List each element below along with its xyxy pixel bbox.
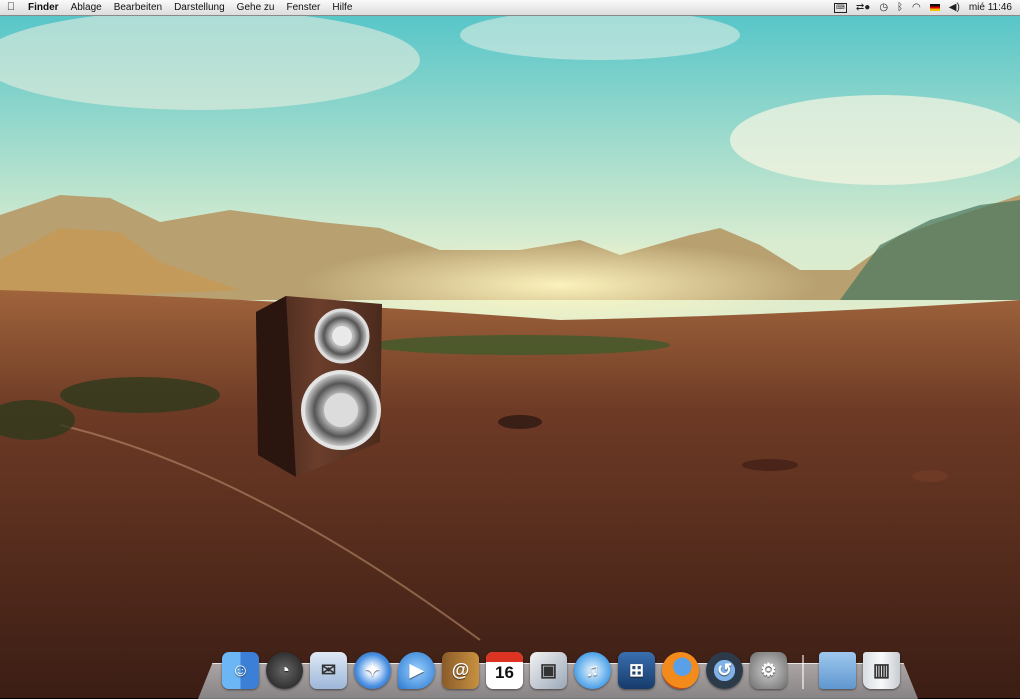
dock-separator — [802, 655, 804, 689]
dock: ☺ ◔ ✉ ✦ ▶ @ 16 ▣ ♫ ⊞ ↺ ⚙ ▥ — [222, 643, 902, 689]
dock-address-book-icon[interactable]: @ — [442, 652, 479, 689]
dock-itunes-icon[interactable]: ♫ — [574, 652, 611, 689]
dock-safari-icon[interactable]: ✦ — [354, 652, 391, 689]
wifi-icon[interactable]: ◠ — [912, 0, 921, 15]
volume-icon[interactable]: ◀) — [949, 0, 960, 15]
apple-icon[interactable]:  — [0, 0, 22, 15]
dock-iphoto-icon[interactable]: ▣ — [530, 652, 567, 689]
dock-calendar-icon[interactable]: 16 — [486, 652, 523, 689]
desktop-wallpaper — [0, 0, 1020, 698]
dock-ichat-icon[interactable]: ▶ — [398, 652, 435, 689]
sync-icon[interactable]: ⇄● — [856, 0, 870, 15]
time-machine-icon[interactable]: ◷ — [879, 0, 888, 15]
dock-trash-icon[interactable]: ▥ — [863, 652, 900, 689]
keyboard-icon[interactable]: ⌨ — [833, 2, 847, 13]
dock-spaces-icon[interactable]: ⊞ — [618, 652, 655, 689]
menu-app-finder[interactable]: Finder — [22, 0, 65, 15]
menu-gehe-zu[interactable]: Gehe zu — [231, 0, 281, 15]
dock-gear-icon[interactable]: ⚙ — [750, 652, 787, 689]
calendar-header — [486, 652, 523, 662]
calendar-day: 16 — [495, 663, 514, 682]
bluetooth-icon[interactable]: ᛒ — [897, 0, 903, 15]
dock-mail-icon[interactable]: ✉ — [310, 652, 347, 689]
menu-bearbeiten[interactable]: Bearbeiten — [108, 0, 168, 15]
dock-dashboard-icon[interactable]: ◔ — [266, 652, 303, 689]
dock-time-machine-icon[interactable]: ↺ — [706, 652, 743, 689]
desktop[interactable] — [0, 0, 1020, 698]
menu-ablage[interactable]: Ablage — [65, 0, 108, 15]
menu-hilfe[interactable]: Hilfe — [326, 0, 358, 15]
menu-bar:  Finder Ablage Bearbeiten Darstellung G… — [0, 0, 1020, 16]
menu-clock[interactable]: mié 11:46 — [969, 2, 1012, 13]
dock-finder-icon[interactable]: ☺ — [222, 652, 259, 689]
flag-de-icon[interactable] — [929, 4, 940, 11]
dock-folder-icon[interactable] — [819, 652, 856, 689]
dock-firefox-icon[interactable] — [662, 652, 699, 689]
status-area: ⌨ ⇄● ◷ ᛒ ◠ ◀) mié 11:46 — [833, 0, 1020, 15]
menu-fenster[interactable]: Fenster — [280, 0, 326, 15]
menu-darstellung[interactable]: Darstellung — [168, 0, 231, 15]
